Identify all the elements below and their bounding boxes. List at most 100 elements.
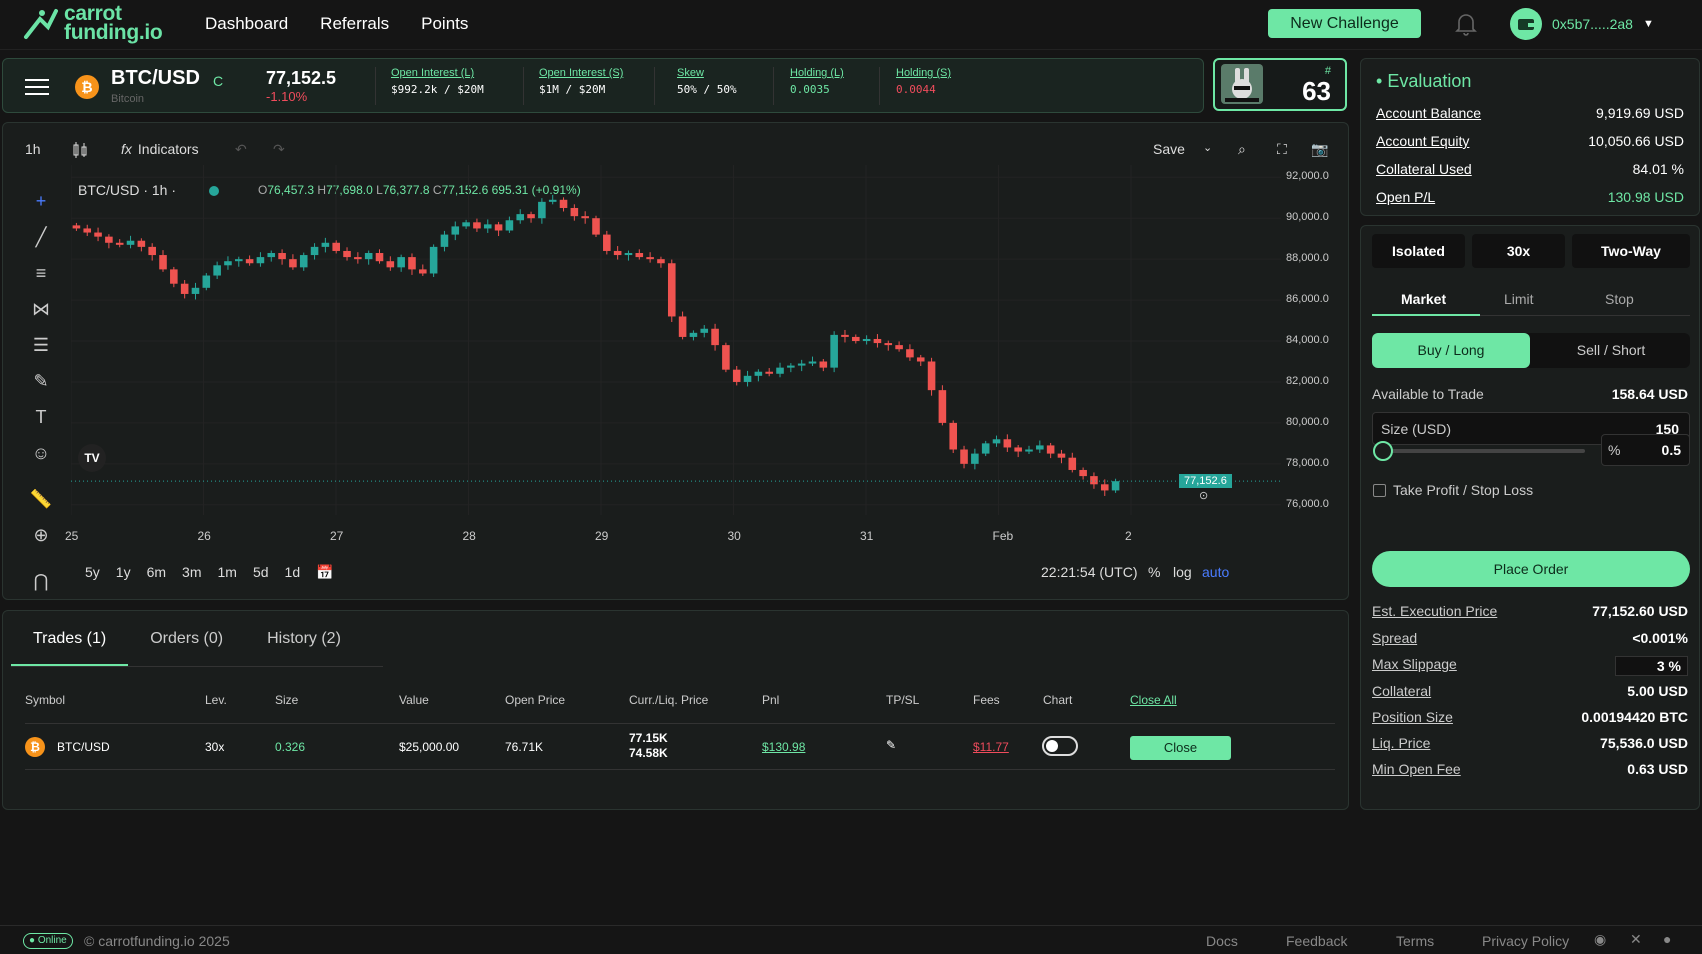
settings-icon[interactable]: ⊙	[1199, 489, 1208, 502]
footer-link-privacy[interactable]: Privacy Policy	[1482, 933, 1569, 949]
magnet-icon[interactable]: ⋂	[21, 563, 61, 599]
rank-card[interactable]: # 63	[1213, 58, 1347, 111]
candle	[527, 214, 535, 219]
brush-icon[interactable]: ✎	[21, 363, 61, 399]
stat-label[interactable]: Open Interest (L)	[391, 67, 484, 79]
percent-input[interactable]: % 0.5	[1601, 434, 1690, 466]
eval-label[interactable]: Collateral Used	[1376, 161, 1472, 177]
menu-icon[interactable]	[25, 79, 49, 98]
time-axis[interactable]: 25 26 27 28 29 30 31 Feb 2	[65, 529, 1281, 549]
range-1y[interactable]: 1y	[116, 564, 131, 581]
range-5y[interactable]: 5y	[85, 564, 100, 581]
margin-mode-button[interactable]: Isolated	[1372, 234, 1465, 268]
x-tick-label: 2	[1125, 529, 1132, 543]
buy-long-button[interactable]: Buy / Long	[1372, 333, 1530, 368]
stat-label[interactable]: Holding (S)	[896, 67, 951, 79]
emoji-icon[interactable]: ☺	[21, 435, 61, 471]
stat-label[interactable]: Open Interest (S)	[539, 67, 623, 79]
crosshair-icon[interactable]: +	[21, 183, 61, 219]
eval-label[interactable]: Account Equity	[1376, 133, 1469, 149]
eval-label[interactable]: Account Balance	[1376, 105, 1481, 121]
edit-tpsl-icon[interactable]: ✎	[886, 738, 896, 752]
trendline-icon[interactable]: ╱	[21, 219, 61, 255]
tab-limit[interactable]: Limit	[1504, 291, 1534, 307]
stat-label[interactable]: Holding (L)	[790, 67, 844, 79]
zoom-in-icon[interactable]: ⊕	[21, 517, 61, 553]
indicators-button[interactable]: fx Indicators	[121, 141, 199, 157]
size-slider-track[interactable]	[1381, 449, 1585, 453]
github-icon[interactable]: ●	[1663, 931, 1671, 947]
nav-points[interactable]: Points	[421, 14, 468, 34]
candle	[895, 345, 903, 350]
x-twitter-icon[interactable]: ✕	[1630, 931, 1642, 948]
tab-market[interactable]: Market	[1401, 291, 1446, 307]
percent-toggle[interactable]: %	[1148, 564, 1160, 580]
footer-link-docs[interactable]: Docs	[1206, 933, 1238, 949]
save-button[interactable]: Save	[1153, 141, 1185, 157]
fib-icon[interactable]: ☰	[21, 327, 61, 363]
close-all-button[interactable]: Close All	[1130, 693, 1177, 707]
auto-toggle[interactable]: auto	[1202, 564, 1229, 580]
new-challenge-button[interactable]: New Challenge	[1268, 9, 1421, 38]
candle	[581, 216, 589, 219]
footer-link-terms[interactable]: Terms	[1396, 933, 1434, 949]
ruler-icon[interactable]: 📏	[21, 481, 61, 517]
quick-search-icon[interactable]: ⌕	[1238, 141, 1246, 158]
detail-label[interactable]: Position Size	[1372, 709, 1453, 725]
candlestick-chart[interactable]	[71, 165, 1281, 515]
range-3m[interactable]: 3m	[182, 564, 201, 581]
price-axis[interactable]: 92,000.0 90,000.0 88,000.0 86,000.0 84,000.0…	[1286, 165, 1341, 515]
tab-stop[interactable]: Stop	[1605, 291, 1634, 307]
notifications-bell-icon[interactable]	[1455, 12, 1477, 39]
detail-label[interactable]: Max Slippage	[1372, 656, 1457, 676]
range-1d[interactable]: 1d	[285, 564, 301, 581]
detail-label[interactable]: Liq. Price	[1372, 735, 1430, 751]
footer-link-feedback[interactable]: Feedback	[1286, 933, 1347, 949]
tradingview-logo-icon[interactable]: TV	[78, 444, 106, 472]
text-icon[interactable]: T	[21, 399, 61, 435]
position-mode-button[interactable]: Two-Way	[1572, 234, 1690, 268]
stat-label[interactable]: Skew	[677, 67, 737, 79]
tab-orders[interactable]: Orders (0)	[128, 619, 245, 666]
log-toggle[interactable]: log	[1173, 564, 1192, 580]
nav-dashboard[interactable]: Dashboard	[205, 14, 288, 34]
chart-toggle[interactable]	[1042, 736, 1078, 756]
place-order-button[interactable]: Place Order	[1372, 551, 1690, 587]
trade-fees[interactable]: $11.77	[973, 740, 1009, 754]
fullscreen-icon[interactable]: ⛶	[1277, 141, 1287, 158]
tab-trades[interactable]: Trades (1)	[11, 619, 129, 666]
detail-exec-price: Est. Execution Price 77,152.60 USD	[1372, 603, 1688, 619]
horizontal-lines-icon[interactable]: ≡	[21, 255, 61, 291]
candle-type-icon[interactable]	[71, 141, 89, 162]
wallet-menu[interactable]: 0x5b7.....2a8 ▼	[1510, 8, 1654, 40]
camera-icon[interactable]: 📷	[1311, 141, 1328, 158]
size-slider-handle[interactable]	[1373, 441, 1393, 461]
tab-history[interactable]: History (2)	[245, 619, 363, 666]
detail-label[interactable]: Spread	[1372, 630, 1417, 646]
date-range-icon[interactable]: 📅	[316, 564, 333, 581]
logo[interactable]: carrot funding.io	[22, 3, 163, 43]
eval-row-equity: Account Equity 10,050.66 USD	[1376, 133, 1684, 149]
discord-icon[interactable]: ◉	[1594, 931, 1606, 948]
detail-min-open-fee: Min Open Fee 0.63 USD	[1372, 761, 1688, 777]
slippage-input[interactable]: 3 %	[1615, 656, 1688, 676]
undo-icon[interactable]: ↶	[235, 141, 247, 158]
tpsl-checkbox[interactable]	[1373, 484, 1386, 497]
pitchfork-icon[interactable]: ⋈	[21, 291, 61, 327]
detail-label[interactable]: Est. Execution Price	[1372, 603, 1497, 619]
nav-referrals[interactable]: Referrals	[320, 14, 389, 34]
pair-symbol[interactable]: BTC/USD	[111, 67, 200, 90]
detail-label[interactable]: Collateral	[1372, 683, 1431, 699]
eval-label[interactable]: Open P/L	[1376, 189, 1435, 205]
redo-icon[interactable]: ↷	[273, 141, 285, 158]
range-5d[interactable]: 5d	[253, 564, 269, 581]
range-6m[interactable]: 6m	[147, 564, 166, 581]
chevron-down-icon[interactable]: ⌄	[1203, 141, 1212, 154]
range-1m[interactable]: 1m	[218, 564, 237, 581]
close-trade-button[interactable]: Close	[1130, 736, 1231, 760]
interval-select[interactable]: 1h	[25, 141, 41, 157]
trade-pnl[interactable]: $130.98	[762, 740, 805, 754]
detail-label[interactable]: Min Open Fee	[1372, 761, 1461, 777]
leverage-button[interactable]: 30x	[1472, 234, 1565, 268]
sell-short-button[interactable]: Sell / Short	[1532, 333, 1690, 368]
